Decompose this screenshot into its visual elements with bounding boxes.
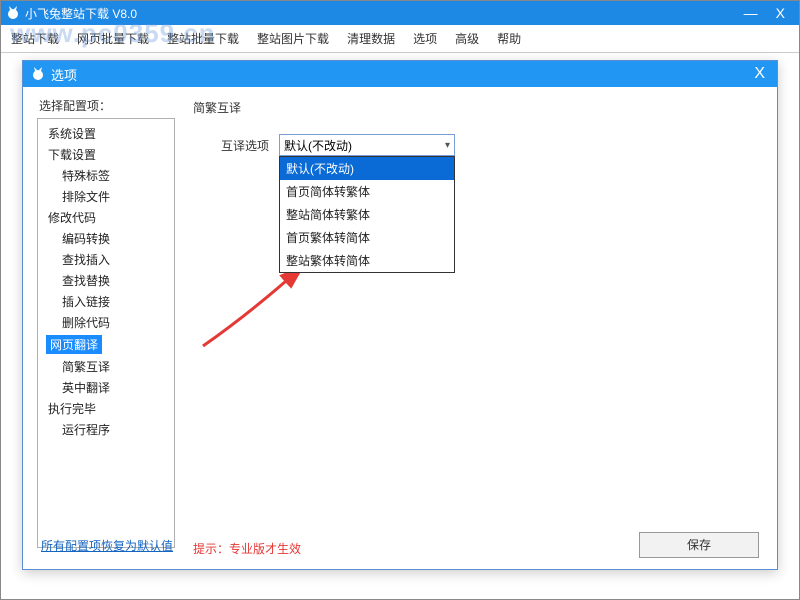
options-dialog: 选项 X 选择配置项： 系统设置 下载设置 特殊标签 排除文件 修改代码 编码转… bbox=[22, 60, 778, 570]
menu-item[interactable]: 高级 bbox=[453, 26, 481, 51]
app-icon bbox=[5, 5, 21, 21]
main-titlebar: 小飞兔整站下载 V8.0 — X bbox=[1, 1, 799, 25]
dialog-body: 选择配置项： 系统设置 下载设置 特殊标签 排除文件 修改代码 编码转换 查找插… bbox=[23, 87, 777, 521]
tree-item[interactable]: 插入链接 bbox=[38, 291, 174, 312]
tree-item[interactable]: 删除代码 bbox=[38, 312, 174, 333]
dialog-titlebar: 选项 X bbox=[23, 61, 777, 87]
combo-dropdown: 默认(不改动) 首页简体转繁体 整站简体转繁体 首页繁体转简体 整站繁体转简体 bbox=[279, 156, 455, 273]
combo-wrap: 默认(不改动) ▾ 默认(不改动) 首页简体转繁体 整站简体转繁体 首页繁体转简… bbox=[279, 134, 455, 156]
sidebar: 选择配置项： 系统设置 下载设置 特殊标签 排除文件 修改代码 编码转换 查找插… bbox=[37, 97, 175, 521]
content-panel: 简繁互译 互译选项 默认(不改动) ▾ 默认(不改动) 首页简体转繁体 整站简体… bbox=[189, 97, 763, 521]
tree-item[interactable]: 下载设置 bbox=[38, 144, 174, 165]
tree-item[interactable]: 修改代码 bbox=[38, 207, 174, 228]
section-title: 简繁互译 bbox=[193, 97, 759, 116]
combo-option[interactable]: 整站简体转繁体 bbox=[280, 203, 454, 226]
combo-label: 互译选项 bbox=[221, 137, 269, 154]
dialog-title: 选项 bbox=[51, 65, 748, 84]
menu-item[interactable]: 整站批量下载 bbox=[165, 26, 241, 51]
tree-item[interactable]: 英中翻译 bbox=[38, 377, 174, 398]
tree-item[interactable]: 系统设置 bbox=[38, 123, 174, 144]
reset-link[interactable]: 所有配置项恢复为默认值 bbox=[41, 537, 173, 554]
combo-option[interactable]: 首页简体转繁体 bbox=[280, 180, 454, 203]
menu-item[interactable]: 整站下载 bbox=[9, 26, 61, 51]
minimize-button[interactable]: — bbox=[744, 6, 758, 20]
menu-item[interactable]: 网页批量下载 bbox=[75, 26, 151, 51]
combo-option[interactable]: 整站繁体转简体 bbox=[280, 249, 454, 272]
combo-option[interactable]: 默认(不改动) bbox=[280, 157, 454, 180]
tree-item[interactable]: 运行程序 bbox=[38, 419, 174, 440]
chevron-down-icon: ▾ bbox=[445, 140, 450, 151]
combo-value: 默认(不改动) bbox=[284, 137, 352, 154]
window-controls: — X bbox=[744, 6, 795, 20]
tree-item[interactable]: 特殊标签 bbox=[38, 165, 174, 186]
menu-item[interactable]: 清理数据 bbox=[345, 26, 397, 51]
tip-text: 提示：专业版才生效 bbox=[193, 540, 301, 557]
main-window-title: 小飞兔整站下载 V8.0 bbox=[25, 5, 744, 22]
tree-item[interactable]: 查找替换 bbox=[38, 270, 174, 291]
combo-option[interactable]: 首页繁体转简体 bbox=[280, 226, 454, 249]
config-tree: 系统设置 下载设置 特殊标签 排除文件 修改代码 编码转换 查找插入 查找替换 … bbox=[37, 118, 175, 548]
tree-item[interactable]: 编码转换 bbox=[38, 228, 174, 249]
rabbit-icon bbox=[29, 65, 47, 83]
close-button[interactable]: X bbox=[776, 6, 785, 20]
tree-item[interactable]: 执行完毕 bbox=[38, 398, 174, 419]
main-menu: 整站下载 网页批量下载 整站批量下载 整站图片下载 清理数据 选项 高级 帮助 bbox=[1, 25, 799, 53]
tree-item-selected[interactable]: 网页翻译 bbox=[38, 333, 174, 356]
menu-item[interactable]: 整站图片下载 bbox=[255, 26, 331, 51]
tree-item[interactable]: 排除文件 bbox=[38, 186, 174, 207]
tree-item[interactable]: 简繁互译 bbox=[38, 356, 174, 377]
menu-item[interactable]: 帮助 bbox=[495, 26, 523, 51]
combo-row: 互译选项 默认(不改动) ▾ 默认(不改动) 首页简体转繁体 整站简体转繁体 首… bbox=[221, 134, 759, 156]
menu-item[interactable]: 选项 bbox=[411, 26, 439, 51]
tree-item[interactable]: 查找插入 bbox=[38, 249, 174, 270]
save-button[interactable]: 保存 bbox=[639, 532, 759, 558]
dialog-close-button[interactable]: X bbox=[748, 65, 771, 83]
translate-combo[interactable]: 默认(不改动) ▾ bbox=[279, 134, 455, 156]
sidebar-heading: 选择配置项： bbox=[37, 97, 175, 114]
